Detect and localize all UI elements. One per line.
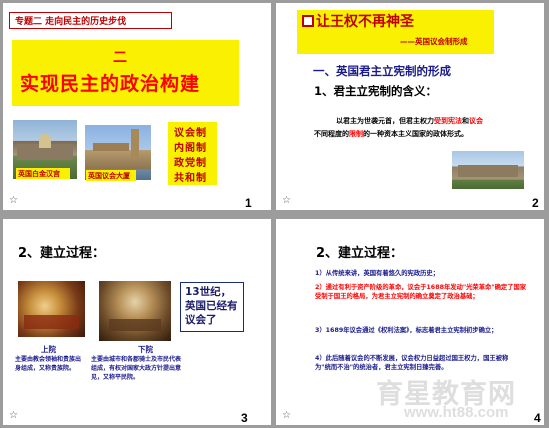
slide-title: 实现民主的政治构建 (20, 73, 201, 95)
caption-right: 英国议会大厦 (88, 172, 130, 180)
house-of-commons-painting (99, 281, 171, 341)
definition-limit: 限制 (349, 130, 363, 138)
topic-text: 专题二 走向民主的历史步伐 (15, 17, 127, 27)
page-number: 1 (245, 196, 252, 210)
definition-part-g: 的一种资本主义国家的政体形式。 (363, 130, 468, 138)
list-item-2: 内阁制 (174, 143, 207, 154)
definition-part-a: 以君主为世袭元首，但君主权力 (336, 117, 434, 125)
upper-house-label: 上院 (41, 345, 56, 354)
caption-left: 英国白金汉宫 (18, 170, 60, 178)
page-number: 4 (534, 411, 541, 425)
list-item-4: 共和制 (174, 173, 207, 184)
lower-house-desc: 主要由城市和各郡骑士及市民代表组成，有权对国家大政方针提出意见，又称平民院。 (91, 356, 182, 381)
checkbox-icon (302, 15, 314, 27)
callout-text: 13世纪，英国已经有议会了 (185, 286, 238, 326)
point-2: 2）通过有利于资产阶级的革命，议会于1688年发动"光荣革命"确定了国家受制于国… (315, 284, 527, 300)
section-heading: 一、英国君主立宪制的形成 (313, 64, 451, 78)
slide-1-thumbnail[interactable]: 专题二 走向民主的历史步伐 二 实现民主的政治构建 英国白金汉宫 英国议会大厦 … (3, 3, 271, 210)
definition-part-e: 不同程度的 (314, 130, 349, 138)
definition-line-1: 以君主为世袭元首，但君主权力受到宪法和议会 (336, 116, 483, 126)
slide-3-thumbnail[interactable]: 2、建立过程： 13世纪，英国已经有议会了 上院 主要由教会领袖和贵族出身组成，… (3, 219, 271, 425)
lower-house-label: 下院 (138, 345, 153, 354)
section-heading: 2、建立过程： (18, 246, 106, 261)
sub-heading: 1、君主立宪制的含义： (314, 84, 438, 98)
transition-star-icon: ☆ (282, 410, 291, 421)
slide-title: 让王权不再神圣 (316, 14, 414, 30)
palace-photo (452, 151, 524, 189)
page-number: 2 (532, 196, 539, 210)
point-1: 1）从传统来讲，英国有着悠久的宪政历史； (315, 270, 440, 277)
section-heading: 2、建立过程： (316, 246, 404, 261)
point-4: 4）此后随着议会的不断发展，议会权力日益超过国王权力，国王被称为"统而不治"的统… (315, 355, 509, 371)
transition-star-icon: ☆ (9, 410, 18, 421)
transition-star-icon: ☆ (9, 195, 18, 206)
definition-and: 和 (462, 117, 469, 125)
upper-house-desc: 主要由教会领袖和贵族出身组成，又称贵族院。 (15, 356, 82, 372)
definition-parliament: 议会 (469, 117, 483, 125)
definition-line-2: 不同程度的限制的一种资本主义国家的政体形式。 (314, 129, 468, 139)
list-item-1: 议会制 (174, 128, 207, 139)
point-3: 3）1689年议会通过《权利法案》，标志着君主立宪制初步确立； (315, 327, 498, 334)
page-number: 3 (241, 411, 248, 425)
slide-subtitle: ——英国议会制形成 (400, 37, 468, 46)
list-item-3: 政党制 (174, 158, 207, 169)
slide-2-thumbnail[interactable]: 让王权不再神圣 ——英国议会制形成 一、英国君主立宪制的形成 1、君主立宪制的含… (276, 3, 544, 210)
definition-constitution: 受到宪法 (434, 117, 462, 125)
house-of-lords-painting (18, 281, 85, 337)
transition-star-icon: ☆ (282, 195, 291, 206)
watermark-url: www.ht88.com (404, 404, 509, 421)
unit-number: 二 (113, 50, 127, 66)
